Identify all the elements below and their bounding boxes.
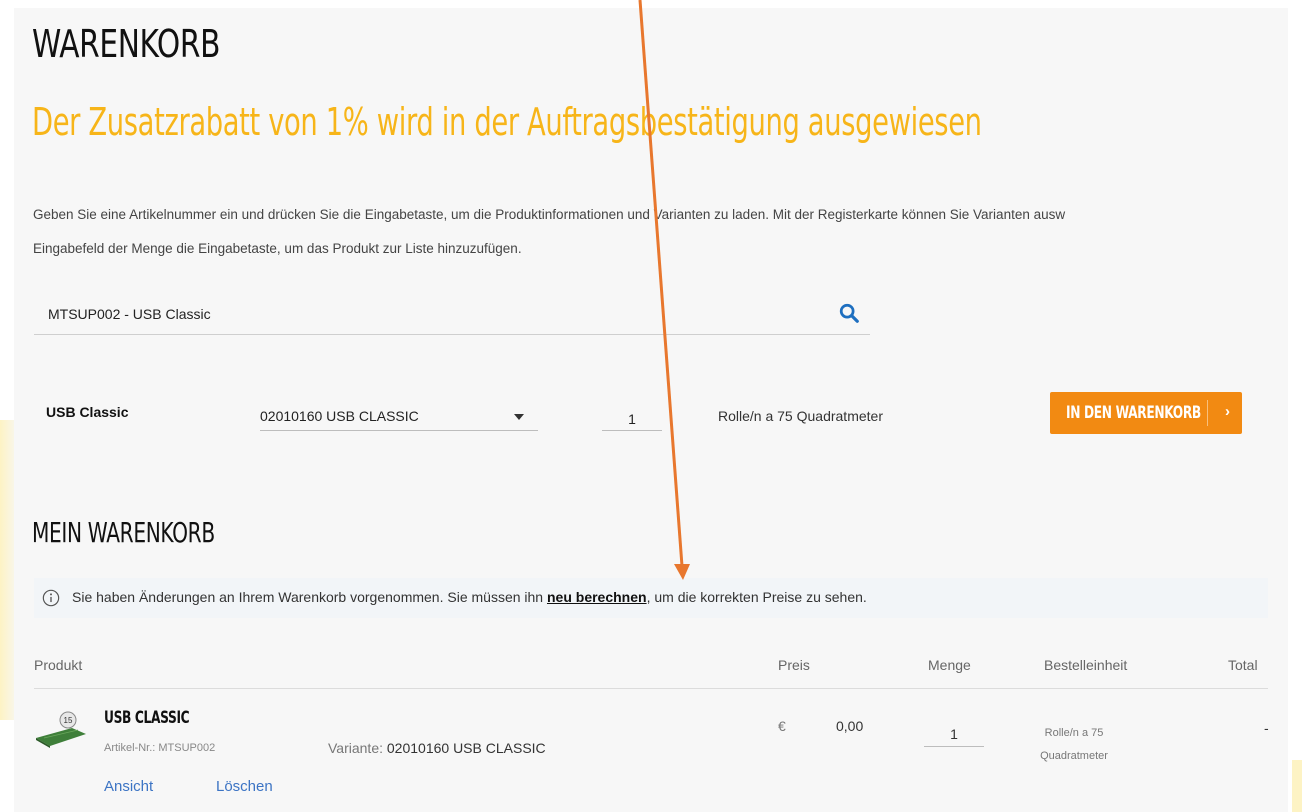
chevron-right-icon: › [1225, 403, 1230, 420]
quantity-input[interactable]: 1 [602, 404, 662, 431]
add-to-cart-button[interactable]: IN DEN WARENKORB › [1050, 392, 1242, 434]
item-name: USB CLASSIC [104, 708, 190, 728]
instructions-line-2: Eingabefeld der Menge die Eingabetaste, … [33, 241, 522, 256]
instructions-line-1: Geben Sie eine Artikelnummer ein und drü… [33, 207, 1066, 222]
item-price: 0,00 [836, 718, 864, 734]
cart-page: WARENKORB Der Zusatzrabatt von 1% wird i… [14, 8, 1288, 812]
item-variant-value: 02010160 USB CLASSIC [386, 740, 546, 756]
item-total: - [1264, 720, 1269, 736]
column-header-total: Total [1228, 657, 1258, 673]
item-variant-label: Variante: [328, 740, 387, 756]
caret-down-icon [514, 414, 524, 420]
notice-text-after: , um die korrekten Preise zu sehen. [646, 589, 867, 605]
variant-select-value: 02010160 USB CLASSIC [260, 408, 419, 424]
item-currency: € [778, 718, 786, 734]
discount-notice-heading: Der Zusatzrabatt von 1% wird in der Auft… [32, 100, 982, 144]
thumbnail-badge: 15 [64, 716, 73, 725]
item-quantity-input[interactable]: 1 [924, 722, 984, 747]
page-title: WARENKORB [32, 22, 221, 66]
product-thumbnail: 15 [36, 711, 86, 748]
recalculate-notice: Sie haben Änderungen an Ihrem Warenkorb … [34, 578, 1268, 618]
item-order-unit: Rolle/n a 75 Quadratmeter [1040, 727, 1108, 762]
notice-text-before: Sie haben Änderungen an Ihrem Warenkorb … [72, 589, 547, 605]
background-accent-right [1292, 760, 1302, 812]
button-divider [1207, 400, 1208, 426]
recalculate-link[interactable]: neu berechnen [547, 589, 647, 605]
item-variant: Variante: 02010160 USB CLASSIC [328, 740, 546, 756]
column-header-unit: Bestelleinheit [1044, 657, 1128, 673]
product-name: USB Classic [46, 404, 129, 420]
delete-item-link[interactable]: Löschen [216, 778, 273, 795]
variant-select[interactable]: 02010160 USB CLASSIC [260, 404, 538, 431]
column-header-product: Produkt [34, 657, 83, 673]
notice-text: Sie haben Änderungen an Ihrem Warenkorb … [72, 589, 867, 605]
column-header-price: Preis [778, 657, 810, 673]
column-header-quantity: Menge [928, 657, 971, 673]
instructions-text: Geben Sie eine Artikelnummer ein und drü… [33, 198, 1288, 266]
item-sku: Artikel-Nr.: MTSUP002 [104, 742, 216, 754]
view-item-link[interactable]: Ansicht [104, 778, 153, 795]
order-unit-label: Rolle/n a 75 Quadratmeter [718, 408, 883, 424]
search-icon[interactable] [838, 302, 860, 324]
cart-heading: MEIN WARENKORB [32, 516, 215, 549]
cart-table-header: Produkt Preis Menge Bestelleinheit Total [34, 648, 1268, 689]
quick-add-row: USB Classic 02010160 USB CLASSIC 1 Rolle… [14, 388, 1288, 448]
info-icon [42, 589, 60, 607]
search-input[interactable] [34, 300, 828, 328]
add-to-cart-label: IN DEN WARENKORB [1066, 403, 1201, 423]
cart-item-row: 15 USB CLASSIC Artikel-Nr.: MTSUP002 Var… [34, 704, 1269, 812]
article-search [34, 298, 870, 335]
